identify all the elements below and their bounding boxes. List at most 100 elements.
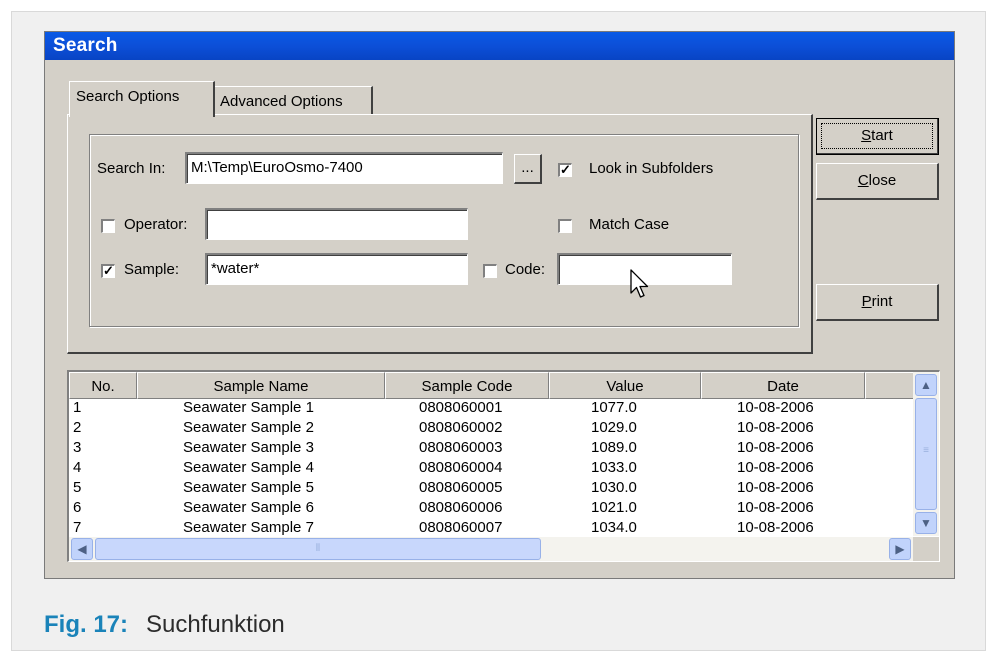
sample-value: *water* [211,260,260,277]
window-title: Search [53,35,118,56]
code-label: Code: [505,261,546,278]
cell-value: 1089.0 [591,439,637,456]
browse-button-label: ... [521,159,534,176]
table-row[interactable]: 6 Seawater Sample 6 0808060006 1021.0 10-08-… [69,499,913,519]
print-button-label: Print [861,293,893,310]
horizontal-scrollbar[interactable]: ◀ ⦀ ▶ [69,537,913,561]
grip-icon: ≡ [923,445,929,456]
cell-no: 7 [73,519,82,536]
horizontal-scroll-thumb[interactable]: ⦀ [95,538,541,560]
match-case-label: Match Case [589,216,670,233]
title-bar[interactable]: Search [45,32,954,60]
table-row[interactable]: 5 Seawater Sample 5 0808060005 1030.0 10-08-… [69,479,913,499]
scroll-left-button[interactable]: ◀ [71,538,93,560]
cell-sample-code: 0808060007 [419,519,503,536]
scroll-up-button[interactable]: ▲ [915,374,937,396]
column-header-date[interactable]: Date [701,372,865,399]
cell-sample-code: 0808060001 [419,399,503,416]
tab-advanced-options[interactable]: Advanced Options [213,86,373,117]
cell-no: 6 [73,499,82,516]
cell-value: 1033.0 [591,459,637,476]
cell-sample-code: 0808060004 [419,459,503,476]
cell-date: 10-08-2006 [737,399,814,416]
scroll-down-button[interactable]: ▼ [915,512,937,534]
search-in-value: M:\Temp\EuroOsmo-7400 [191,159,363,176]
cell-value: 1029.0 [591,419,637,436]
look-in-subfolders-label: Look in Subfolders [589,160,714,177]
column-header-value[interactable]: Value [549,372,701,399]
checkmark-icon: ✓ [103,263,114,278]
cell-no: 5 [73,479,82,496]
cell-value: 1030.0 [591,479,637,496]
browse-button[interactable]: ... [514,154,542,184]
table-row[interactable]: 3 Seawater Sample 3 0808060003 1089.0 10-08-… [69,439,913,459]
table-row[interactable]: 7 Seawater Sample 7 0808060007 1034.0 10-08-… [69,519,913,539]
caption-text: Suchfunktion [146,611,285,638]
chevron-up-icon: ▲ [920,378,932,392]
vertical-scroll-thumb[interactable]: ≡ [915,398,937,510]
cell-value: 1034.0 [591,519,637,536]
sample-label: Sample: [124,261,180,278]
scroll-right-button[interactable]: ▶ [889,538,911,560]
column-header-empty [865,372,917,399]
table-row[interactable]: 2 Seawater Sample 2 0808060002 1029.0 10-08-… [69,419,913,439]
cell-value: 1077.0 [591,399,637,416]
match-case-checkbox[interactable] [558,219,572,233]
chevron-right-icon: ▶ [895,542,905,556]
sample-field[interactable]: *water* [205,253,468,285]
close-button[interactable]: Close [816,163,939,200]
cell-sample-code: 0808060002 [419,419,503,436]
chevron-left-icon: ◀ [77,542,87,556]
look-in-subfolders-checkbox[interactable]: ✓ [558,163,572,177]
chevron-down-icon: ▼ [920,516,932,530]
column-header-sample-name[interactable]: Sample Name [137,372,385,399]
print-button[interactable]: Print [816,284,939,321]
cell-sample-name: Seawater Sample 3 [183,439,314,456]
grip-icon: ⦀ [315,543,321,554]
focus-rectangle [821,123,933,149]
sample-checkbox[interactable]: ✓ [101,264,115,278]
cell-date: 10-08-2006 [737,419,814,436]
cell-date: 10-08-2006 [737,499,814,516]
cell-sample-name: Seawater Sample 2 [183,419,314,436]
tab-advanced-options-label: Advanced Options [220,93,343,110]
mouse-cursor-icon [630,269,649,298]
checkmark-icon: ✓ [560,162,571,177]
figure-number: Fig. 17: [44,611,129,638]
operator-label: Operator: [124,216,188,233]
scrollbar-corner [913,537,939,561]
column-header-no[interactable]: No. [69,372,137,399]
cell-value: 1021.0 [591,499,637,516]
cell-sample-code: 0808060005 [419,479,503,496]
cell-date: 10-08-2006 [737,479,814,496]
figure-caption: Fig. 17: Suchfunktion [44,611,285,639]
tab-search-options-label: Search Options [76,88,180,105]
table-row[interactable]: 1 Seawater Sample 1 0808060001 1077.0 10-08-… [69,399,913,419]
table-row[interactable]: 4 Seawater Sample 4 0808060004 1033.0 10-08-… [69,459,913,479]
code-checkbox[interactable] [483,264,497,278]
cell-sample-name: Seawater Sample 1 [183,399,314,416]
cell-date: 10-08-2006 [737,459,814,476]
search-dialog: Search Search Options Advanced Options S… [44,31,955,579]
cell-sample-name: Seawater Sample 7 [183,519,314,536]
results-list[interactable]: No. Sample Name Sample Code Value Date 1… [67,370,940,562]
operator-checkbox[interactable] [101,219,115,233]
cell-sample-code: 0808060003 [419,439,503,456]
cell-no: 4 [73,459,82,476]
cell-date: 10-08-2006 [737,519,814,536]
cell-sample-code: 0808060006 [419,499,503,516]
vertical-scrollbar[interactable]: ▲ ≡ ▼ [913,372,939,536]
cell-sample-name: Seawater Sample 6 [183,499,314,516]
column-header-sample-code[interactable]: Sample Code [385,372,549,399]
cell-sample-name: Seawater Sample 5 [183,479,314,496]
search-in-label: Search In: [97,160,166,177]
cell-no: 1 [73,399,82,416]
tab-search-options[interactable]: Search Options [69,81,215,117]
start-button[interactable]: Start [816,118,939,155]
cell-no: 3 [73,439,82,456]
close-button-label: Close [857,172,897,189]
cell-no: 2 [73,419,82,436]
operator-field[interactable] [205,208,468,240]
cell-date: 10-08-2006 [737,439,814,456]
search-in-field[interactable]: M:\Temp\EuroOsmo-7400 [185,152,503,184]
